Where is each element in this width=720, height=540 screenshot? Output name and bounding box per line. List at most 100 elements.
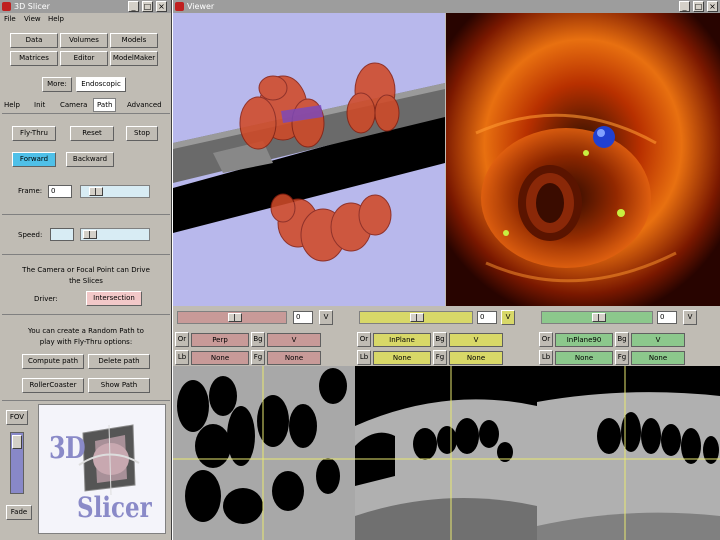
slice-fg-label-2[interactable]: Fg (615, 350, 629, 365)
slice-fg-label-0[interactable]: Fg (251, 350, 265, 365)
module-models-button[interactable]: Models (110, 33, 158, 48)
divider (2, 314, 170, 315)
slice-lb-menu-0[interactable]: None (191, 351, 249, 365)
more-button[interactable]: More: (42, 77, 72, 92)
module-modelmaker-button[interactable]: ModelMaker (110, 51, 158, 66)
slice-visibility-button-0[interactable]: V (319, 310, 333, 325)
module-editor-button[interactable]: Editor (60, 51, 108, 66)
divider (2, 214, 170, 215)
slice-panel-1: 0 V Or InPlane Bg V Lb None Fg None (355, 306, 537, 366)
slice-lb-label-1[interactable]: Lb (357, 350, 371, 365)
tab-bar: Help Init Camera Path Advanced (0, 98, 171, 112)
tab-advanced[interactable]: Advanced (127, 99, 162, 111)
slice-view-1[interactable] (355, 366, 537, 540)
slice-offset-input-2[interactable]: 0 (657, 311, 677, 324)
slice-visibility-button-2[interactable]: V (683, 310, 697, 325)
slice-orient-menu-2[interactable]: InPlane90 (555, 333, 613, 347)
slice-bg-label-1[interactable]: Bg (433, 332, 447, 347)
speed-slider[interactable] (80, 228, 150, 241)
random-info-text-1: You can create a Random Path to (28, 327, 144, 335)
frame-input[interactable]: 0 (48, 185, 72, 198)
tab-camera[interactable]: Camera (60, 99, 87, 111)
fly-thru-button[interactable]: Fly-Thru (12, 126, 56, 141)
tab-help[interactable]: Help (4, 99, 20, 111)
menu-view[interactable]: View (24, 13, 41, 25)
forward-button[interactable]: Forward (12, 152, 56, 167)
module-data-button[interactable]: Data (10, 33, 58, 48)
slice-orient-label-0[interactable]: Or (175, 332, 189, 347)
endoscopic-view[interactable] (446, 13, 720, 306)
slice-orient-label-2[interactable]: Or (539, 332, 553, 347)
slice-slider-thumb-2[interactable] (592, 313, 606, 322)
slice-bg-label-2[interactable]: Bg (615, 332, 629, 347)
slicer-menubar: File View Help (0, 13, 171, 25)
stop-button[interactable]: Stop (126, 126, 158, 141)
maximize-button[interactable]: □ (142, 1, 153, 12)
roller-coaster-button[interactable]: RollerCoaster (22, 378, 84, 393)
slice-lb-label-2[interactable]: Lb (539, 350, 553, 365)
menu-help[interactable]: Help (48, 13, 64, 25)
speed-input[interactable] (50, 228, 74, 241)
opacity-slider-track[interactable] (10, 432, 24, 494)
ct-slice-image-0 (173, 366, 355, 540)
slice-offset-input-1[interactable]: 0 (477, 311, 497, 324)
compute-path-button[interactable]: Compute path (22, 354, 84, 369)
driver-menu[interactable]: Intersection (86, 291, 142, 306)
module-matrices-button[interactable]: Matrices (10, 51, 58, 66)
slice-view-2[interactable] (537, 366, 720, 540)
viewer-title-bar[interactable]: Viewer _ □ × (173, 0, 720, 13)
slice-bg-menu-0[interactable]: V (267, 333, 321, 347)
slice-orient-menu-0[interactable]: Perp (191, 333, 249, 347)
slice-fg-label-1[interactable]: Fg (433, 350, 447, 365)
slice-lb-menu-2[interactable]: None (555, 351, 613, 365)
reset-button[interactable]: Reset (70, 126, 114, 141)
speed-slider-thumb[interactable] (83, 230, 97, 239)
fov-button[interactable]: FOV (6, 410, 28, 425)
ct-slice-image-1 (355, 366, 537, 540)
delete-path-button[interactable]: Delete path (88, 354, 150, 369)
slice-bg-menu-1[interactable]: V (449, 333, 503, 347)
slicer-title-bar[interactable]: 3D Slicer _ □ × (0, 0, 171, 13)
slice-offset-input-0[interactable]: 0 (293, 311, 313, 324)
slice-bg-menu-2[interactable]: V (631, 333, 685, 347)
maximize-button[interactable]: □ (693, 1, 704, 12)
slice-orient-label-1[interactable]: Or (357, 332, 371, 347)
slice-lb-label-0[interactable]: Lb (175, 350, 189, 365)
endoscopic-button[interactable]: Endoscopic (76, 77, 126, 92)
divider (2, 113, 170, 114)
tab-path[interactable]: Path (93, 98, 117, 112)
close-button[interactable]: × (707, 1, 718, 12)
minimize-button[interactable]: _ (679, 1, 690, 12)
menu-file[interactable]: File (4, 13, 16, 25)
slice-slider-thumb-1[interactable] (410, 313, 424, 322)
3d-view[interactable] (173, 13, 445, 306)
close-button[interactable]: × (156, 1, 167, 12)
slice-slider-2[interactable] (541, 311, 653, 324)
logo-3d-text: 3D (49, 431, 86, 466)
viewer-window: Viewer _ □ × 0 V Or Perp Bg V Lb None Fg… (173, 0, 720, 540)
slice-fg-menu-0[interactable]: None (267, 351, 321, 365)
frame-slider-thumb[interactable] (89, 187, 103, 196)
random-info-text-2: play with Fly-Thru options: (39, 338, 133, 346)
tab-init[interactable]: Init (34, 99, 45, 111)
fade-button[interactable]: Fade (6, 505, 32, 520)
slice-visibility-button-1[interactable]: V (501, 310, 515, 325)
slice-slider-thumb-0[interactable] (228, 313, 242, 322)
slice-fg-menu-1[interactable]: None (449, 351, 503, 365)
camera-info-text-2: the Slices (69, 277, 103, 285)
slice-panel-2: 0 V Or InPlane90 Bg V Lb None Fg None (537, 306, 720, 366)
slice-slider-1[interactable] (359, 311, 473, 324)
frame-slider[interactable] (80, 185, 150, 198)
slice-fg-menu-2[interactable]: None (631, 351, 685, 365)
slice-orient-menu-1[interactable]: InPlane (373, 333, 431, 347)
tk-icon (2, 2, 11, 11)
backward-button[interactable]: Backward (66, 152, 114, 167)
slice-bg-label-0[interactable]: Bg (251, 332, 265, 347)
slice-slider-0[interactable] (177, 311, 287, 324)
show-path-button[interactable]: Show Path (88, 378, 150, 393)
slice-view-0[interactable] (173, 366, 355, 540)
opacity-slider-thumb[interactable] (12, 435, 22, 449)
module-volumes-button[interactable]: Volumes (60, 33, 108, 48)
minimize-button[interactable]: _ (128, 1, 139, 12)
slice-lb-menu-1[interactable]: None (373, 351, 431, 365)
